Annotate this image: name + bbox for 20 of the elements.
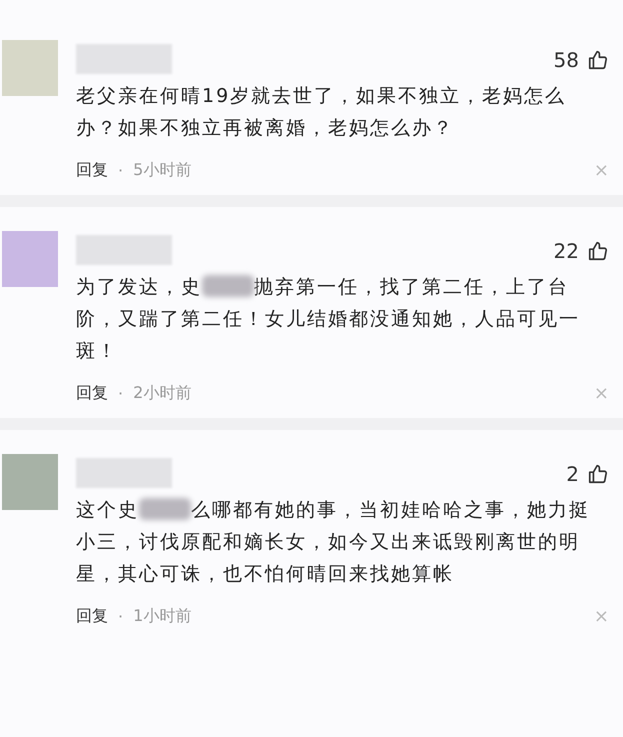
comment-text: 为了发达，史 抛弃第一任，找了第二任，上了台阶，又踹了第二任！女儿结婚都没通知她，人品可见一斑！ — [76, 274, 581, 364]
reply-link[interactable]: 回复 — [76, 606, 108, 627]
timestamp: 2小时前 — [133, 383, 192, 404]
separator-dot: · — [118, 607, 124, 626]
like-count: 58 — [554, 48, 579, 72]
blurred-name — [202, 275, 254, 297]
separator-dot: · — [118, 384, 124, 403]
like-count: 2 — [566, 462, 579, 486]
timestamp: 5小时前 — [133, 160, 192, 181]
comment-text: 老父亲在何晴19岁就去世了，如果不独立，老妈怎么办？如果不独立再被离婚，老妈怎么办？ — [76, 84, 568, 141]
thumbs-up-icon[interactable] — [587, 463, 609, 485]
blurred-name — [139, 498, 191, 520]
reply-link[interactable]: 回复 — [76, 383, 108, 404]
separator-dot: · — [118, 161, 124, 180]
thumbs-up-icon[interactable] — [587, 49, 609, 71]
comment-text: 这个史 么哪都有她的事，当初娃哈哈之事，她力挺小三，讨伐原配和嫡长女，如今又出来诋毁刚离世的明星，其心可诛，也不怕何晴回来找她算帐 — [76, 497, 591, 587]
thumbs-up-icon[interactable] — [587, 240, 609, 262]
timestamp: 1小时前 — [133, 606, 192, 627]
like-count: 22 — [554, 239, 579, 263]
reply-link[interactable]: 回复 — [76, 160, 108, 181]
